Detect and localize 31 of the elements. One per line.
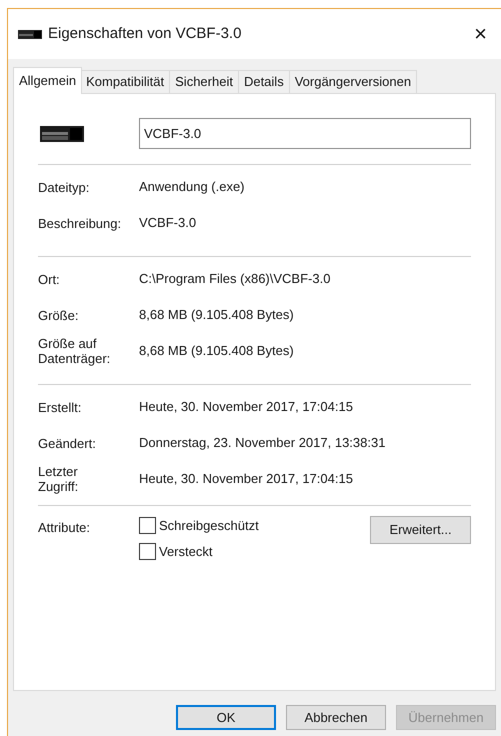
property-value: Anwendung (.exe): [139, 178, 245, 196]
property-label: Größe auf Datenträger:: [38, 336, 112, 366]
tab[interactable]: Allgemein: [13, 67, 82, 94]
checkbox-option[interactable]: Schreibgeschützt: [139, 516, 259, 536]
property-value: 8,68 MB (9.105.408 Bytes): [139, 306, 294, 324]
window-title: Eigenschaften von VCBF-3.0: [48, 24, 242, 44]
application-icon: [40, 126, 84, 142]
property-value: C:\Program Files (x86)\VCBF-3.0: [139, 270, 330, 288]
checkbox-option[interactable]: Versteckt: [139, 542, 212, 561]
property-value: VCBF-3.0: [139, 214, 196, 232]
property-label: Beschreibung:: [38, 216, 122, 230]
property-value: 8,68 MB (9.105.408 Bytes): [139, 342, 294, 360]
checkbox[interactable]: [139, 542, 156, 560]
application-icon: [18, 30, 42, 38]
close-button[interactable]: ×: [470, 23, 491, 45]
property-value: Heute, 30. November 2017, 17:04:15: [139, 470, 353, 488]
property-label: Ort:: [38, 272, 61, 286]
property-label: Attribute:: [38, 519, 92, 537]
name-field[interactable]: VCBF-3.0: [139, 118, 471, 149]
property-value: Donnerstag, 23. November 2017, 13:38:31: [139, 434, 386, 452]
property-label: Erstellt:: [38, 400, 82, 414]
property-label: Letzter Zugriff:: [38, 464, 80, 494]
property-label: Geändert:: [38, 436, 97, 450]
dialog-button[interactable]: OK: [176, 705, 276, 730]
property-value: Heute, 30. November 2017, 17:04:15: [139, 398, 353, 416]
checkbox[interactable]: [139, 517, 156, 534]
advanced-button[interactable]: Erweitert...: [370, 516, 471, 544]
property-label: Größe:: [38, 308, 80, 322]
property-label: Dateityp:: [38, 180, 90, 194]
dialog-button[interactable]: Abbrechen: [286, 705, 386, 730]
tab[interactable]: Vorgängerversionen: [288, 70, 418, 93]
